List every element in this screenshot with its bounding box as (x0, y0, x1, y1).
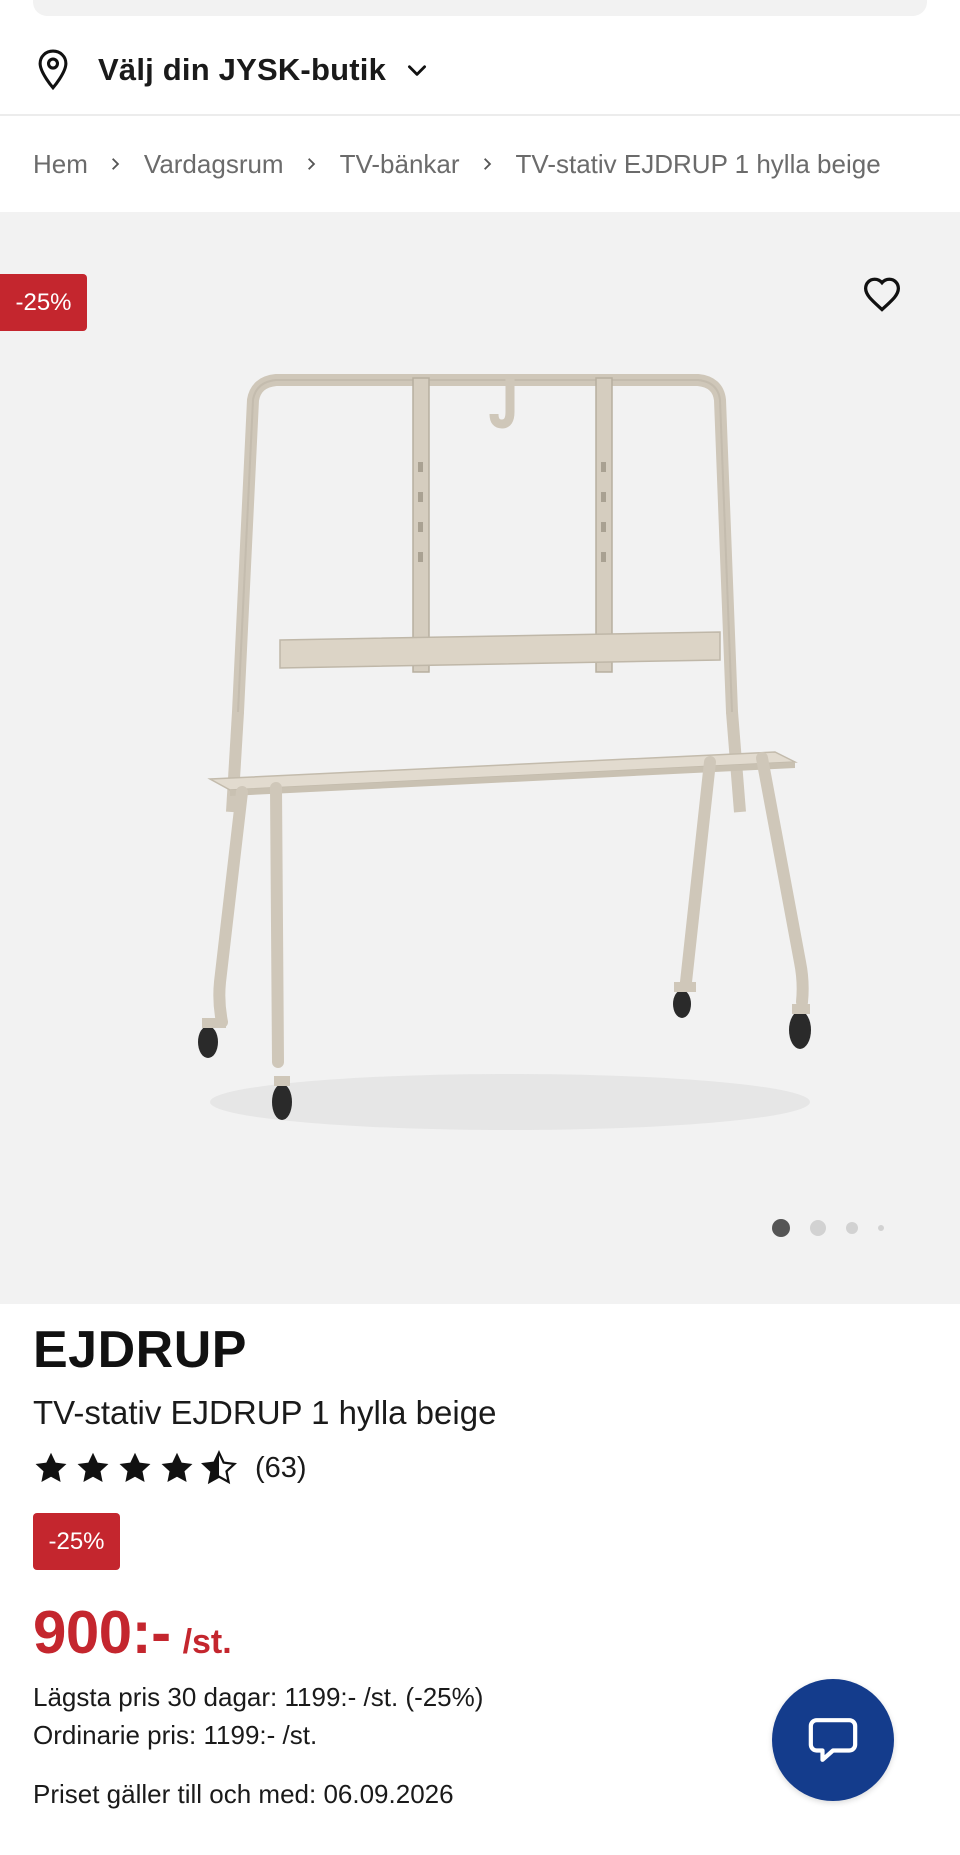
star-full-icon (35, 1452, 67, 1482)
gallery-dot[interactable] (878, 1225, 884, 1231)
heart-icon[interactable] (862, 276, 902, 312)
chat-button[interactable] (772, 1679, 894, 1801)
price-unit: /st. (182, 1623, 232, 1661)
product-rating[interactable]: (63) (33, 1450, 307, 1486)
chat-bubble-icon (808, 1718, 858, 1762)
search-bar-remnant[interactable] (33, 0, 927, 16)
product-title: TV-stativ EJDRUP 1 hylla beige (33, 1394, 497, 1431)
store-selector[interactable]: Välj din JYSK-butik (0, 38, 960, 102)
star-full-icon (77, 1452, 109, 1482)
breadcrumb: Hem Vardagsrum TV-bänkar TV-stativ EJDRU… (33, 140, 881, 188)
product-brand: EJDRUP (33, 1321, 247, 1379)
chevron-right-icon (307, 158, 315, 170)
breadcrumb-current-page: TV-stativ EJDRUP 1 hylla beige (515, 148, 881, 179)
chevron-right-icon (483, 158, 491, 170)
product-image (198, 374, 811, 1130)
store-selector-label: Välj din JYSK-butik (98, 52, 387, 87)
gallery-dot[interactable] (810, 1220, 826, 1236)
chevron-down-icon (408, 65, 427, 76)
star-full-icon (119, 1452, 151, 1482)
regular-price: Ordinarie pris: 1199:- /st. (33, 1720, 318, 1750)
product-image-gallery[interactable]: -25% (0, 212, 960, 1304)
gallery-dot[interactable] (846, 1222, 858, 1234)
price: 900:- /st. (33, 1598, 232, 1667)
chevron-right-icon (111, 158, 120, 170)
discount-badge: -25% (0, 274, 87, 331)
breadcrumb-link-vardagsrum[interactable]: Vardagsrum (144, 149, 284, 180)
star-full-icon (161, 1452, 193, 1482)
price-valid-until: Priset gäller till och med: 06.09.2026 (33, 1779, 454, 1809)
location-pin-icon (38, 49, 68, 91)
breadcrumb-link-tv-bankar[interactable]: TV-bänkar (340, 149, 460, 180)
price-amount: 900:- (33, 1599, 171, 1666)
review-count[interactable]: (63) (255, 1452, 307, 1485)
gallery-pagination[interactable] (772, 1219, 904, 1237)
gallery-dot-active[interactable] (772, 1219, 790, 1237)
discount-badge: -25% (33, 1513, 120, 1570)
star-half-icon (201, 1450, 237, 1485)
header-divider (0, 114, 960, 116)
lowest-price-30-days: Lägsta pris 30 dagar: 1199:- /st. (-25%) (33, 1682, 484, 1712)
breadcrumb-link-home[interactable]: Hem (33, 149, 88, 180)
